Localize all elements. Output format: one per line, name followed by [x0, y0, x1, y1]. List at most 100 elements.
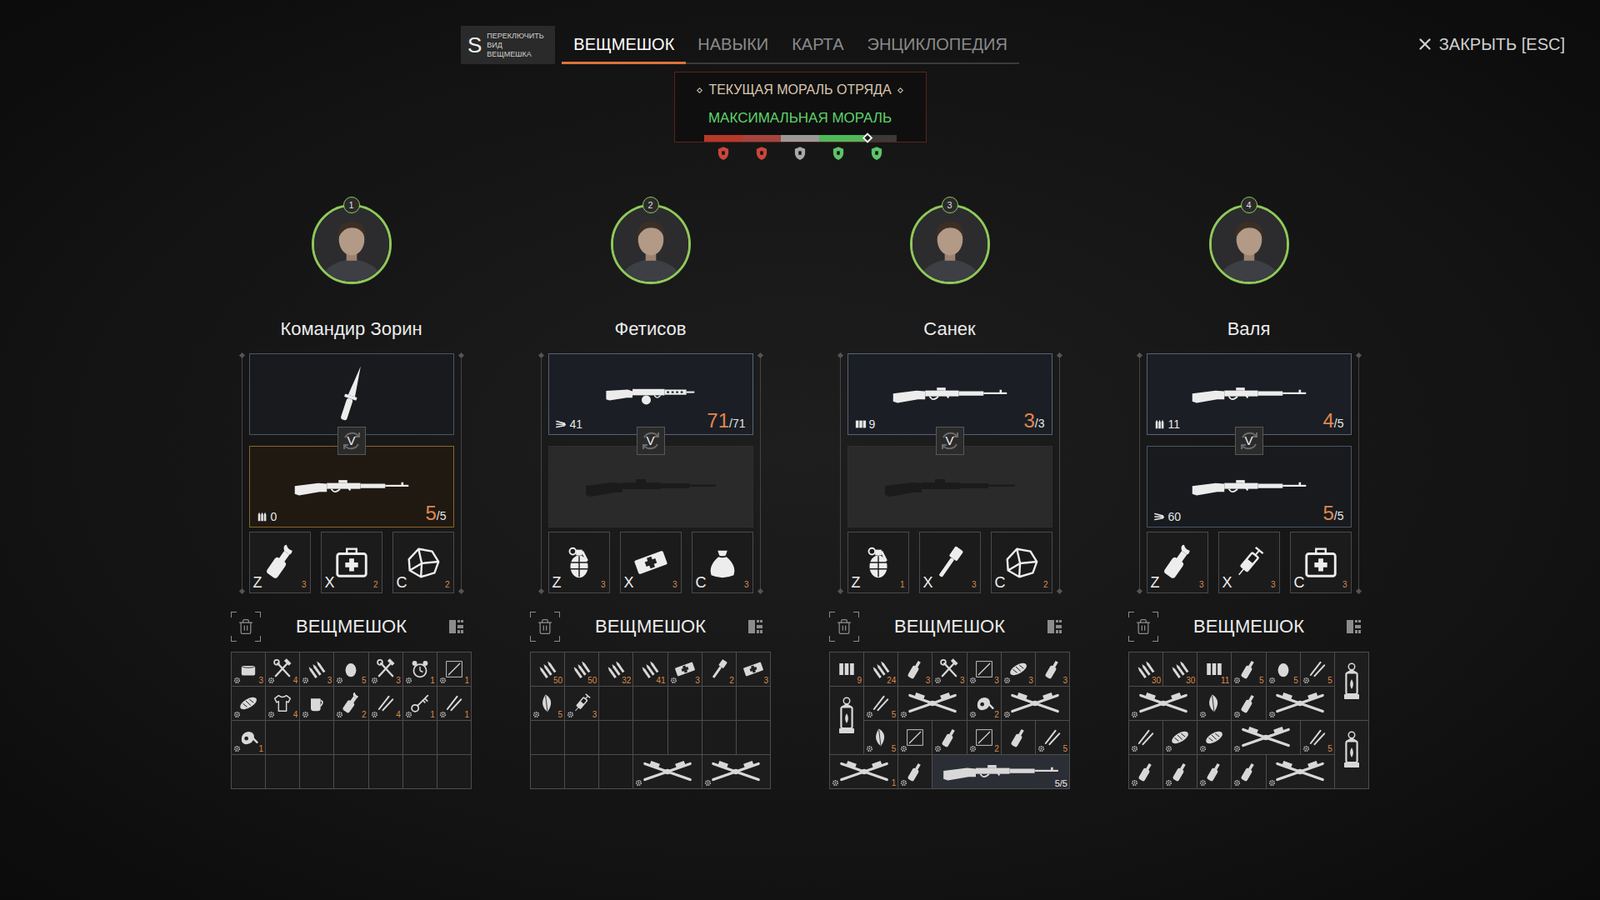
sort-button[interactable]: [1040, 611, 1070, 642]
swap-weapon-button[interactable]: V: [337, 426, 366, 455]
backpack-item[interactable]: [1266, 686, 1335, 720]
backpack-cell[interactable]: [599, 720, 633, 755]
backpack-cell[interactable]: [265, 720, 300, 755]
backpack-item[interactable]: [932, 720, 966, 755]
tab[interactable]: ВЕЩМЕШОК: [561, 25, 686, 65]
backpack-item[interactable]: [1266, 755, 1335, 789]
backpack-item[interactable]: [1163, 720, 1197, 755]
backpack-item[interactable]: [300, 686, 334, 720]
weapon-slot[interactable]: [249, 353, 455, 435]
backpack-item[interactable]: [633, 755, 701, 789]
backpack-cell[interactable]: [565, 755, 599, 789]
backpack-item[interactable]: [1335, 720, 1369, 789]
backpack-item[interactable]: [898, 720, 932, 755]
backpack-cell[interactable]: [369, 755, 403, 789]
backpack-cell[interactable]: [530, 720, 565, 755]
sort-button[interactable]: [740, 611, 771, 642]
backpack-item[interactable]: 3: [898, 652, 932, 686]
backpack-item[interactable]: 5: [1300, 720, 1335, 755]
backpack-item[interactable]: 32: [599, 652, 633, 686]
backpack-item[interactable]: 5: [1300, 652, 1335, 686]
backpack-cell[interactable]: [437, 755, 471, 789]
quick-slot[interactable]: Z1: [847, 531, 910, 594]
portrait[interactable]: 3: [910, 204, 990, 285]
close-button[interactable]: ЗАКРЫТЬ [ESC]: [1415, 34, 1565, 55]
backpack-cell[interactable]: [668, 720, 702, 755]
backpack-item[interactable]: [898, 755, 932, 789]
quick-slot[interactable]: X3: [620, 531, 682, 594]
backpack-item[interactable]: 2: [967, 686, 1001, 720]
backpack-item[interactable]: 3: [967, 652, 1001, 686]
portrait[interactable]: 1: [311, 204, 392, 285]
portrait[interactable]: 4: [1209, 204, 1290, 285]
backpack-item[interactable]: 9: [830, 652, 864, 686]
backpack-item[interactable]: 3: [668, 652, 702, 686]
backpack-item[interactable]: 3: [1001, 652, 1035, 686]
backpack-cell[interactable]: [565, 720, 599, 755]
tab[interactable]: НАВЫКИ: [685, 25, 780, 65]
view-switch-button[interactable]: SПЕРЕКЛЮЧИТЬ ВИД ВЕЩМЕШКА: [460, 25, 555, 65]
weapon-slot[interactable]: 05/5: [249, 445, 455, 528]
backpack-item[interactable]: 4: [265, 686, 300, 720]
quick-slot[interactable]: C3: [1290, 531, 1352, 594]
backpack-cell[interactable]: [437, 720, 471, 755]
backpack-item[interactable]: 2: [702, 652, 736, 686]
trash-button[interactable]: [829, 611, 860, 642]
backpack-cell[interactable]: [633, 720, 667, 755]
quick-slot[interactable]: C3: [691, 531, 754, 594]
backpack-cell[interactable]: [530, 755, 565, 789]
tab[interactable]: КАРТА: [780, 25, 855, 65]
weapon-slot[interactable]: [548, 445, 754, 528]
backpack-cell[interactable]: [334, 720, 368, 755]
backpack-item[interactable]: 30: [1163, 652, 1197, 686]
backpack-item[interactable]: 5: [864, 686, 898, 720]
backpack-item[interactable]: [1335, 652, 1369, 720]
backpack-item[interactable]: 3: [565, 686, 599, 720]
backpack-cell[interactable]: [369, 720, 403, 755]
backpack-cell[interactable]: [403, 720, 437, 755]
backpack-item[interactable]: 41: [633, 652, 667, 686]
backpack-cell[interactable]: [599, 686, 633, 720]
backpack-item[interactable]: 1: [231, 720, 265, 755]
swap-weapon-button[interactable]: V: [636, 426, 665, 455]
backpack-item[interactable]: 30: [1129, 652, 1163, 686]
backpack-item[interactable]: [1231, 755, 1265, 789]
backpack-item[interactable]: 3: [231, 652, 265, 686]
backpack-item[interactable]: [1001, 720, 1035, 755]
backpack-cell[interactable]: [334, 755, 368, 789]
backpack-cell[interactable]: [599, 755, 633, 789]
backpack-cell[interactable]: [300, 720, 334, 755]
backpack-item[interactable]: 3: [1035, 652, 1070, 686]
quick-slot[interactable]: Z3: [249, 531, 311, 594]
backpack-item[interactable]: 4: [369, 686, 403, 720]
backpack-cell[interactable]: [702, 686, 736, 720]
backpack-item[interactable]: [1001, 686, 1070, 720]
sort-button[interactable]: [441, 611, 472, 642]
backpack-item[interactable]: 2: [334, 686, 368, 720]
backpack-item[interactable]: 5: [334, 652, 368, 686]
backpack-item[interactable]: [1129, 720, 1163, 755]
backpack-item[interactable]: 5: [1231, 652, 1265, 686]
backpack-cell[interactable]: [403, 755, 437, 789]
sort-button[interactable]: [1339, 611, 1370, 642]
backpack-item[interactable]: 3: [300, 652, 334, 686]
quick-slot[interactable]: Z3: [1146, 531, 1209, 594]
backpack-item[interactable]: [1231, 686, 1265, 720]
backpack-item[interactable]: [1129, 755, 1163, 789]
backpack-cell[interactable]: [300, 755, 334, 789]
backpack-item[interactable]: [702, 755, 770, 789]
backpack-item[interactable]: 5: [1035, 720, 1070, 755]
backpack-item[interactable]: [898, 686, 966, 720]
backpack-item[interactable]: [1231, 720, 1300, 755]
backpack-item[interactable]: 1: [437, 686, 471, 720]
backpack-item[interactable]: 1: [403, 652, 437, 686]
weapon-slot[interactable]: 93/3: [847, 353, 1053, 435]
trash-button[interactable]: [1128, 611, 1159, 642]
backpack-item[interactable]: 5: [530, 686, 565, 720]
backpack-item[interactable]: 24: [864, 652, 898, 686]
trash-button[interactable]: [530, 611, 560, 642]
backpack-item[interactable]: 11: [1197, 652, 1231, 686]
tab[interactable]: ЭНЦИКЛОПЕДИЯ: [855, 25, 1020, 65]
weapon-slot[interactable]: 605/5: [1146, 445, 1352, 528]
weapon-slot[interactable]: [847, 445, 1053, 528]
